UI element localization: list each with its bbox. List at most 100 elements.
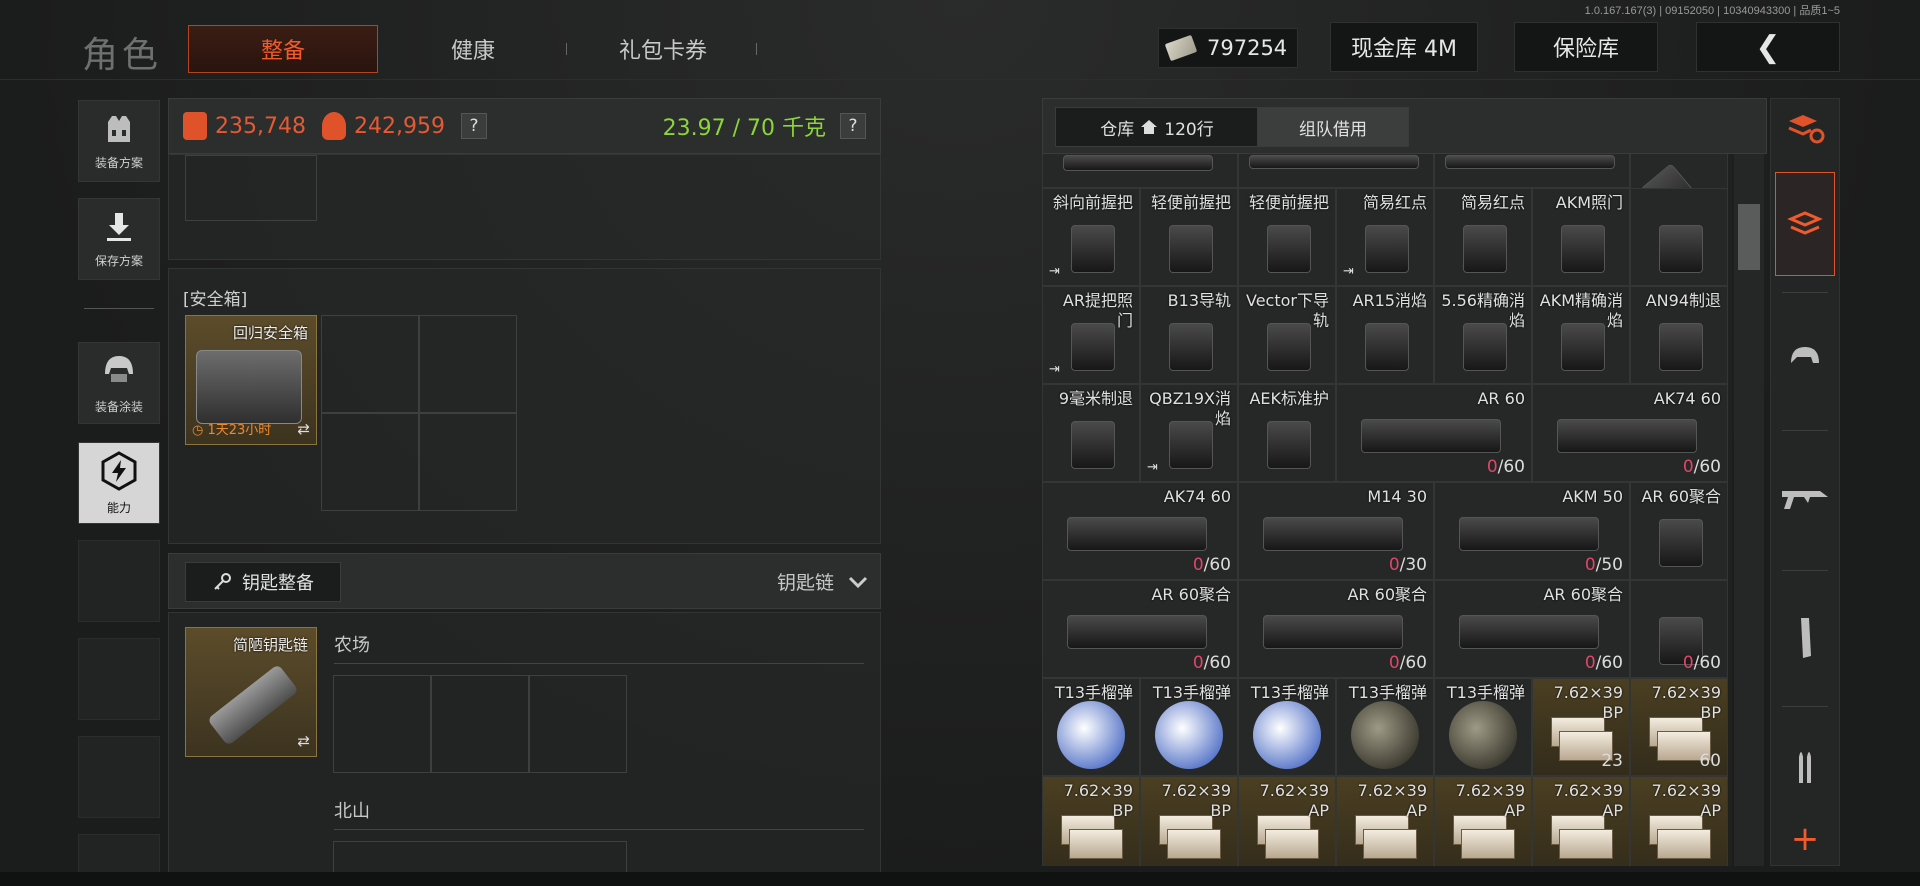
tab-team-borrow[interactable]: 组队借用	[1257, 107, 1409, 147]
grid-item-name: 轻便前握把	[1150, 193, 1231, 212]
grid-item[interactable]: AKM精确消焰	[1532, 286, 1630, 384]
add-filter-button[interactable]: +	[1775, 812, 1835, 866]
safebox-cell[interactable]	[321, 413, 419, 511]
grid-item[interactable]	[1042, 154, 1238, 188]
divider	[334, 829, 864, 830]
swap-icon[interactable]: ⇄	[297, 420, 310, 438]
grid-item[interactable]: 简易红点 ⇥	[1336, 188, 1434, 286]
grid-item[interactable]: AR 60聚合	[1630, 482, 1728, 580]
safebox-cell[interactable]	[419, 413, 517, 511]
sidebar-item-skin[interactable]: 装备涂装	[78, 342, 160, 424]
grid-item-name: 7.62×39 AP	[1357, 781, 1427, 820]
tab-health[interactable]: 健康	[378, 25, 568, 73]
grid-item-name: AKM精确消焰	[1539, 291, 1623, 330]
grid-item[interactable]: 斜向前握把 ⇥	[1042, 188, 1140, 286]
stack-refresh-button[interactable]	[1775, 100, 1835, 156]
grid-item-name: AK74 60	[1163, 487, 1231, 506]
safebox-cell[interactable]	[321, 315, 419, 413]
grid-item-name: 斜向前握把	[1052, 193, 1133, 212]
grid-item[interactable]: 轻便前握把	[1140, 188, 1238, 286]
grid-item[interactable]: T13手榴弹	[1140, 678, 1238, 776]
grid-item[interactable]: 7.62×39 AP	[1630, 776, 1728, 866]
item-image	[1659, 519, 1703, 567]
filter-all[interactable]	[1775, 172, 1835, 276]
sidebar-item-ability[interactable]: 能力	[78, 442, 160, 524]
grid-item[interactable]: 9毫米制退	[1042, 384, 1140, 482]
tab-gift-vouchers[interactable]: 礼包卡券	[568, 25, 758, 73]
grid-item[interactable]: 7.62×39 AP	[1238, 776, 1336, 866]
filter-helmet[interactable]	[1775, 306, 1835, 410]
sidebar-item-loadout-plan[interactable]: 装备方案	[78, 100, 160, 182]
tab-warehouse[interactable]: 仓库 120行	[1055, 107, 1259, 147]
grid-item[interactable]: AR 60聚合 0/60	[1238, 580, 1434, 678]
grid-item[interactable]: AR 60 0/60	[1336, 384, 1532, 482]
grid-item[interactable]: AK74 60 0/60	[1532, 384, 1728, 482]
grid-item[interactable]: 7.62×39 AP	[1434, 776, 1532, 866]
keychain-dropdown[interactable]: 钥匙链	[777, 568, 868, 595]
grid-item[interactable]: AKM照门	[1532, 188, 1630, 286]
grid-item[interactable]: 5.56精确消焰	[1434, 286, 1532, 384]
grid-item[interactable]: QBZ19X消焰 ⇥	[1140, 384, 1238, 482]
grid-item[interactable]: 7.62×39 AP	[1532, 776, 1630, 866]
grid-item-name: AKM 50	[1562, 487, 1623, 506]
grid-item[interactable]: 7.62×39 AP	[1336, 776, 1434, 866]
back-button[interactable]: ❮	[1696, 22, 1840, 72]
grid-item[interactable]: AKM 50 0/50	[1434, 482, 1630, 580]
grid-item[interactable]: AR 60聚合 0/60	[1042, 580, 1238, 678]
grid-item[interactable]: T13手榴弹	[1238, 678, 1336, 776]
grid-item[interactable]: AR 60聚合 0/60	[1434, 580, 1630, 678]
ammo-box-image	[1461, 829, 1515, 859]
warehouse-rows: 120行	[1164, 119, 1214, 140]
ammo-box-image	[1265, 829, 1319, 859]
weight-help-button[interactable]: ?	[840, 113, 866, 139]
sidebar-slot-empty	[78, 736, 160, 818]
sidebar-item-save-plan[interactable]: 保存方案	[78, 198, 160, 280]
filter-rifle[interactable]	[1775, 446, 1835, 550]
value-help-button[interactable]: ?	[460, 113, 487, 139]
gear-slot[interactable]	[185, 155, 317, 221]
key-slot[interactable]	[333, 675, 431, 773]
grid-item[interactable]: 7.62×39 BP 23	[1532, 678, 1630, 776]
grid-item[interactable]: AK74 60 0/60	[1042, 482, 1238, 580]
safebox-cell[interactable]	[419, 315, 517, 413]
grid-item[interactable]: AR15消焰	[1336, 286, 1434, 384]
grid-item-name: 7.62×39 BP	[1161, 781, 1231, 820]
tab-equip[interactable]: 整备	[188, 25, 378, 73]
grid-item[interactable]: T13手榴弹	[1336, 678, 1434, 776]
grid-item[interactable]: 7.62×39 BP 60	[1630, 678, 1728, 776]
swap-icon[interactable]: ⇄	[297, 732, 310, 750]
key-equip-button[interactable]: 钥匙整备	[185, 562, 341, 602]
grid-item-count: 0/60	[1584, 653, 1623, 673]
equipped-value: 235,748	[215, 113, 306, 139]
ammo-box-image	[1657, 829, 1711, 859]
grid-item[interactable]: 简易红点	[1434, 188, 1532, 286]
ability-icon	[101, 450, 137, 491]
filter-ammo[interactable]	[1775, 720, 1835, 810]
grid-item[interactable]: B13导轨	[1140, 286, 1238, 384]
backpack-value: 242,959	[353, 113, 445, 139]
grid-item[interactable]: 7.62×39 BP	[1042, 776, 1140, 866]
safebox-item[interactable]: 回归安全箱 ◷ 1天23小时 ⇄	[185, 315, 317, 445]
grid-item[interactable]: 7.62×39 BP	[1140, 776, 1238, 866]
grid-scroll-thumb[interactable]	[1738, 204, 1760, 270]
grid-item[interactable]: T13手榴弹	[1434, 678, 1532, 776]
grid-item[interactable]	[1630, 188, 1728, 286]
grid-item[interactable]: Vector下导轨	[1238, 286, 1336, 384]
grid-item[interactable]	[1434, 154, 1630, 188]
cash-vault-button[interactable]: 现金库 4M	[1330, 22, 1478, 72]
grid-item[interactable]	[1238, 154, 1434, 188]
key-slot[interactable]	[431, 675, 529, 773]
key-slot[interactable]	[529, 675, 627, 773]
insurance-vault-button[interactable]: 保险库	[1514, 22, 1658, 72]
grid-item[interactable]: 轻便前握把	[1238, 188, 1336, 286]
grid-item[interactable]: 0/60	[1630, 580, 1728, 678]
filter-magazine[interactable]	[1775, 586, 1835, 690]
grid-item[interactable]: M14 30 0/30	[1238, 482, 1434, 580]
keychain-item[interactable]: 简陋钥匙链 ⇄	[185, 627, 317, 757]
grid-item[interactable]: AN94制退	[1630, 286, 1728, 384]
grid-item[interactable]: AR提把照门 ⇥	[1042, 286, 1140, 384]
grid-item[interactable]: AEK标准护	[1238, 384, 1336, 482]
vest-icon	[108, 115, 130, 142]
grid-item[interactable]: T13手榴弹	[1042, 678, 1140, 776]
grid-item-count: 0/60	[1192, 653, 1231, 673]
